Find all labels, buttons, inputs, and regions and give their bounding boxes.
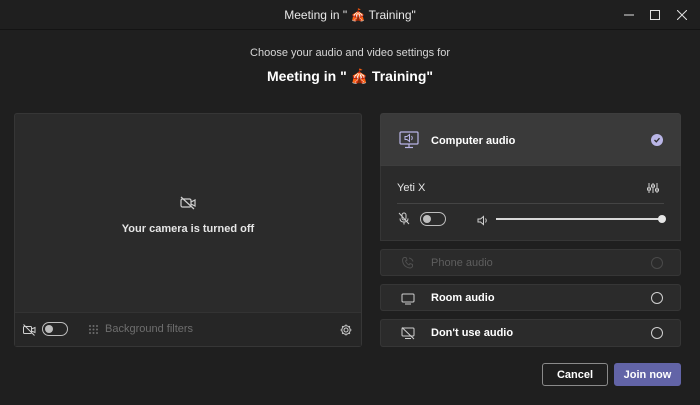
meeting-title: Meeting in " 🎪 Training" bbox=[266, 68, 434, 84]
mic-toggle-knob bbox=[423, 215, 431, 223]
camera-off-indicator: Your camera is turned off bbox=[15, 196, 361, 235]
gear-icon bbox=[340, 324, 352, 336]
camera-off-small-icon bbox=[23, 323, 36, 341]
close-icon bbox=[677, 10, 687, 20]
volume-slider-thumb[interactable] bbox=[658, 215, 666, 223]
room-audio-radio[interactable] bbox=[651, 292, 663, 304]
audio-option-room-label: Room audio bbox=[431, 292, 495, 304]
window-title: Meeting in " 🎪 Training" bbox=[284, 8, 416, 22]
selected-check-icon bbox=[651, 134, 663, 146]
background-filters-label: Background filters bbox=[105, 323, 194, 335]
audio-option-room[interactable]: Room audio bbox=[380, 284, 681, 311]
camera-preview: Your camera is turned off Background fil… bbox=[14, 113, 362, 347]
room-audio-icon bbox=[401, 292, 415, 310]
camera-toggle-knob bbox=[45, 325, 53, 333]
device-divider bbox=[397, 203, 664, 204]
mic-off-icon bbox=[398, 212, 410, 230]
audio-device-panel: Yeti X bbox=[380, 166, 681, 241]
audio-settings-icon[interactable] bbox=[647, 181, 659, 199]
settings-subtitle: Choose your audio and video settings for bbox=[250, 47, 450, 59]
audio-option-computer-label: Computer audio bbox=[431, 135, 516, 147]
audio-option-none[interactable]: Don't use audio bbox=[380, 319, 681, 347]
no-audio-icon bbox=[401, 327, 415, 345]
audio-option-computer[interactable]: Computer audio bbox=[380, 113, 681, 166]
audio-option-phone-label: Phone audio bbox=[431, 257, 493, 269]
computer-audio-icon bbox=[399, 131, 419, 154]
maximize-icon bbox=[650, 10, 660, 20]
minimize-icon bbox=[624, 14, 634, 16]
no-audio-radio[interactable] bbox=[651, 327, 663, 339]
audio-option-none-label: Don't use audio bbox=[431, 327, 514, 339]
camera-off-icon bbox=[180, 196, 196, 210]
title-bar: Meeting in " 🎪 Training" bbox=[0, 0, 700, 30]
mic-toggle[interactable] bbox=[420, 212, 446, 226]
phone-audio-icon bbox=[401, 256, 415, 275]
audio-device-name[interactable]: Yeti X bbox=[397, 182, 425, 194]
phone-audio-radio[interactable] bbox=[651, 257, 663, 269]
background-filters-button[interactable]: Background filters bbox=[88, 323, 193, 335]
camera-off-text: Your camera is turned off bbox=[121, 223, 255, 235]
speaker-volume-icon bbox=[477, 213, 489, 231]
camera-controls-bar: Background filters bbox=[15, 312, 361, 346]
background-filters-icon bbox=[89, 324, 98, 334]
cancel-button[interactable]: Cancel bbox=[542, 363, 608, 386]
volume-slider-fill bbox=[496, 218, 662, 220]
audio-option-phone[interactable]: Phone audio bbox=[380, 249, 681, 276]
camera-toggle[interactable] bbox=[42, 322, 68, 336]
device-settings-button[interactable] bbox=[340, 323, 352, 341]
volume-slider[interactable] bbox=[496, 215, 666, 223]
join-now-button[interactable]: Join now bbox=[614, 363, 681, 386]
close-button[interactable] bbox=[665, 0, 699, 30]
